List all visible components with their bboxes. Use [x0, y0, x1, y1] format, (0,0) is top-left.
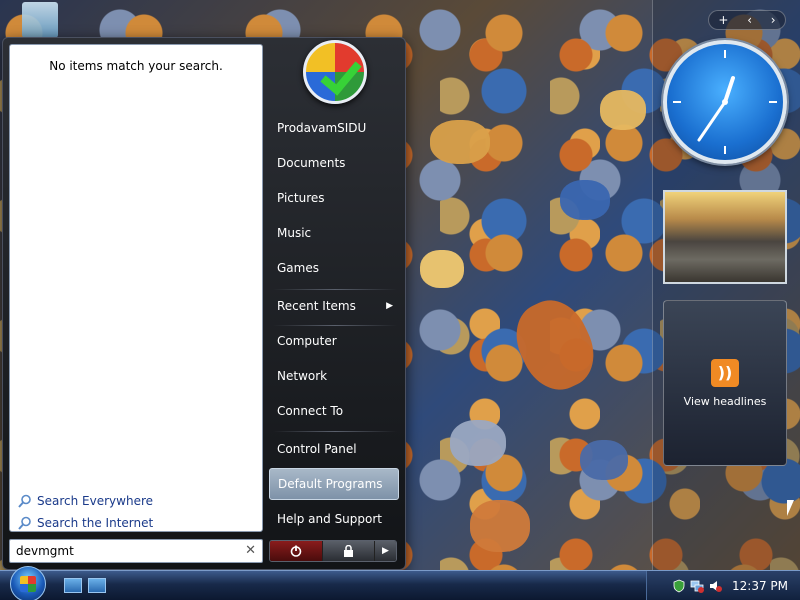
menu-item-default-programs[interactable]: Default Programs — [269, 468, 399, 500]
volume-icon[interactable] — [708, 579, 722, 593]
user-picture[interactable] — [303, 40, 367, 104]
search-everywhere-link[interactable]: Search Everywhere — [18, 494, 153, 508]
menu-item-help-and-support[interactable]: Help and Support — [269, 503, 399, 535]
search-internet-link[interactable]: Search the Internet — [18, 516, 153, 530]
next-icon[interactable]: › — [771, 13, 776, 27]
previous-icon[interactable]: ‹ — [747, 13, 752, 27]
shield-icon[interactable] — [672, 579, 686, 593]
start-search-box[interactable]: ✕ — [9, 539, 263, 563]
wallpaper-pebble — [420, 250, 464, 288]
wallpaper-pebble — [600, 90, 646, 130]
show-desktop-icon[interactable] — [64, 578, 82, 593]
search-link-label: Search Everywhere — [37, 494, 153, 508]
search-link-label: Search the Internet — [37, 516, 154, 530]
shutdown-options-button[interactable]: ▶ — [374, 541, 396, 561]
recycle-bin-icon[interactable] — [22, 2, 58, 38]
feed-headlines-gadget[interactable]: )) View headlines — [663, 300, 787, 466]
menu-item-connect-to[interactable]: Connect To — [269, 395, 399, 427]
wallpaper-pebble — [430, 120, 490, 164]
submenu-arrow-icon: ▶ — [386, 301, 393, 311]
menu-item-control-panel[interactable]: Control Panel — [269, 433, 399, 465]
network-icon[interactable] — [690, 579, 704, 593]
wallpaper-pebble — [560, 180, 610, 220]
windows-flag-icon — [20, 576, 36, 592]
menu-item-documents[interactable]: Documents — [269, 147, 399, 179]
wallpaper-pebble — [470, 500, 530, 552]
menu-item-computer[interactable]: Computer — [269, 325, 399, 357]
clock-icon — [673, 50, 777, 154]
wallpaper-pebble — [450, 420, 506, 466]
wallpaper-pebble — [580, 440, 628, 480]
power-button[interactable] — [270, 541, 322, 561]
arrow-right-icon: ▶ — [382, 546, 389, 556]
system-tray: 12:37 PM — [646, 571, 800, 600]
mouse-cursor — [787, 500, 794, 516]
power-controls: ▶ — [269, 540, 397, 562]
menu-separator — [273, 431, 397, 432]
slideshow-gadget[interactable] — [663, 190, 787, 284]
quick-launch — [64, 578, 106, 593]
feeds-label[interactable]: View headlines — [684, 395, 767, 408]
start-button[interactable] — [6, 566, 50, 600]
menu-item-network[interactable]: Network — [269, 360, 399, 392]
menu-item-pictures[interactable]: Pictures — [269, 182, 399, 214]
search-icon — [18, 516, 31, 530]
menu-item-games[interactable]: Games — [269, 252, 399, 284]
taskbar-clock[interactable]: 12:37 PM — [732, 579, 788, 593]
search-input[interactable] — [16, 544, 236, 558]
menu-item-user[interactable]: ProdavamSIDU — [269, 112, 399, 144]
clock-gadget[interactable] — [663, 40, 787, 164]
start-menu-right-pane: ProdavamSIDU Documents Pictures Music Ga… — [267, 38, 403, 571]
sidebar-toolbar: + ‹ › — [708, 10, 786, 30]
search-icon — [18, 494, 31, 508]
lock-icon — [343, 545, 353, 557]
clear-search-icon[interactable]: ✕ — [245, 543, 256, 558]
menu-item-music[interactable]: Music — [269, 217, 399, 249]
power-icon — [290, 545, 302, 557]
taskbar: 12:37 PM — [0, 566, 800, 600]
wallpaper-pebble — [504, 289, 606, 401]
menu-item-recent-items[interactable]: Recent Items ▶ — [269, 290, 399, 322]
search-results-pane: No items match your search. Search Every… — [9, 44, 263, 532]
rss-icon: )) — [711, 358, 739, 387]
menu-item-label: Recent Items — [277, 299, 356, 313]
windows-logo-icon — [10, 566, 46, 600]
switch-windows-icon[interactable] — [88, 578, 106, 593]
no-results-text: No items match your search. — [49, 59, 223, 73]
start-menu: No items match your search. Search Every… — [2, 37, 406, 570]
add-gadget-icon[interactable]: + — [718, 13, 728, 27]
lock-button[interactable] — [321, 541, 374, 561]
